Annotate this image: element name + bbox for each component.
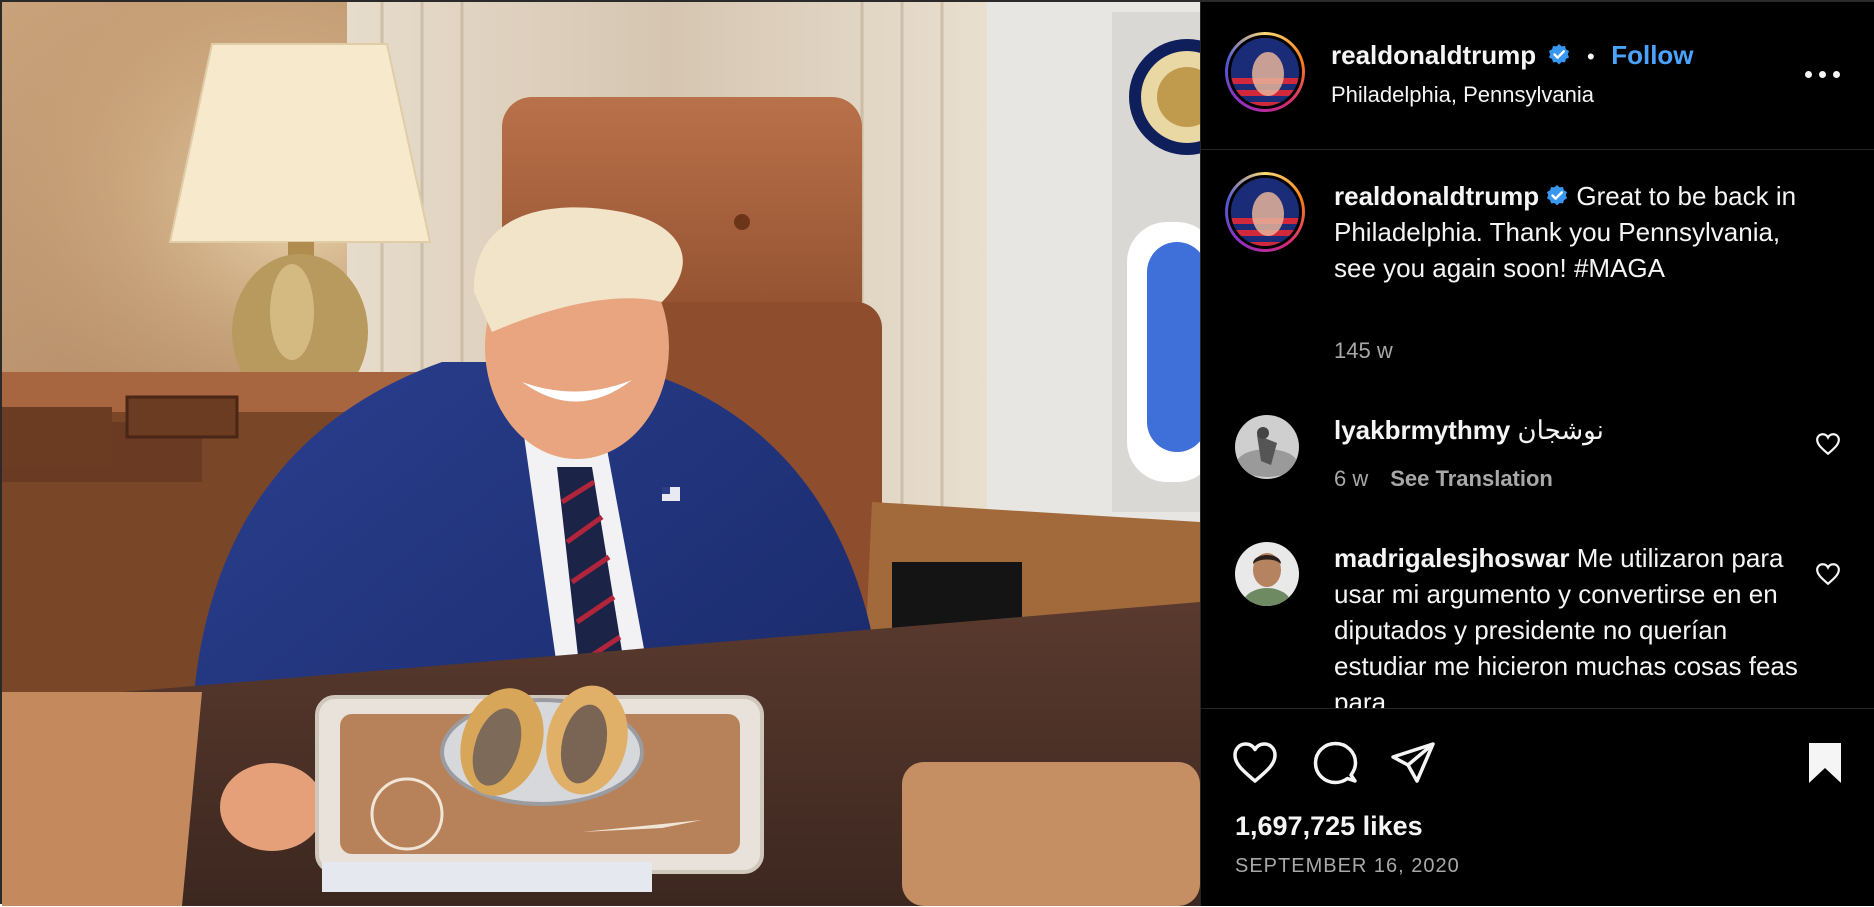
more-options-icon[interactable] <box>1803 62 1843 86</box>
caption-avatar-image <box>1228 175 1302 249</box>
comments-list[interactable]: realdonaldtrump Great to be back in Phil… <box>1201 150 1874 708</box>
post-side-panel: realdonaldtrump • Follow Philadelphia, P… <box>1200 2 1874 906</box>
caption-author-avatar[interactable] <box>1225 172 1305 252</box>
comment-username[interactable]: lyakbrmythmy <box>1334 415 1510 445</box>
comment-text: نوشجان <box>1517 415 1604 445</box>
comment-username[interactable]: madrigalesjhoswar <box>1334 543 1570 573</box>
heart-icon[interactable] <box>1231 739 1279 787</box>
commenter-avatar[interactable] <box>1235 542 1299 606</box>
comment-item: madrigalesjhoswar Me utilizaron para usa… <box>1334 540 1804 708</box>
comment-icon[interactable] <box>1311 739 1359 787</box>
post-photo[interactable] <box>2 2 1200 906</box>
post-date[interactable]: SEPTEMBER 16, 2020 <box>1235 855 1460 878</box>
header-separator: • <box>1587 44 1595 69</box>
comment-item: lyakbrmythmy نوشجان <box>1334 412 1754 448</box>
post-actions: 1,697,725 likes SEPTEMBER 16, 2020 <box>1201 708 1874 907</box>
post-header: realdonaldtrump • Follow Philadelphia, P… <box>1201 2 1874 150</box>
comment-meta: 6 w See Translation <box>1334 466 1553 492</box>
post-window: realdonaldtrump • Follow Philadelphia, P… <box>0 0 1874 906</box>
verified-badge-icon <box>1545 181 1569 206</box>
comment-like-heart-icon[interactable] <box>1815 432 1841 456</box>
author-username[interactable]: realdonaldtrump <box>1331 40 1536 70</box>
author-avatar[interactable] <box>1225 32 1305 112</box>
post-location[interactable]: Philadelphia, Pennsylvania <box>1331 82 1594 108</box>
follow-button[interactable]: Follow <box>1611 40 1693 70</box>
likes-count[interactable]: 1,697,725 likes <box>1235 811 1423 842</box>
share-icon[interactable] <box>1389 739 1437 787</box>
see-translation-link[interactable]: See Translation <box>1390 466 1553 491</box>
comment-age: 6 w <box>1334 466 1369 491</box>
comment-like-heart-icon[interactable] <box>1815 562 1841 586</box>
photo-illustration <box>2 2 1200 906</box>
caption-username[interactable]: realdonaldtrump <box>1334 181 1539 211</box>
caption-age: 145 w <box>1334 338 1393 363</box>
bookmark-icon[interactable] <box>1801 739 1849 787</box>
verified-badge-icon <box>1547 43 1571 67</box>
author-avatar-image <box>1228 35 1302 109</box>
commenter-avatar[interactable] <box>1235 415 1299 479</box>
post-caption: realdonaldtrump Great to be back in Phil… <box>1334 178 1804 286</box>
